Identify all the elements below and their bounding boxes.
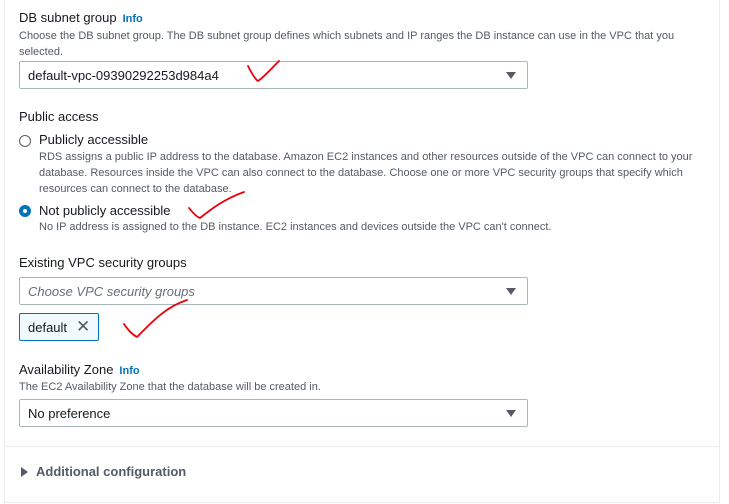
- db-subnet-group-label: DB subnet group: [19, 10, 117, 25]
- availability-zone-select[interactable]: No preference: [19, 399, 528, 427]
- close-icon[interactable]: ✕: [76, 318, 90, 336]
- description-line: RDS assigns a public IP address to the d…: [39, 151, 693, 163]
- publicly-accessible-radio[interactable]: [19, 135, 31, 147]
- publicly-accessible-label[interactable]: Publicly accessible: [39, 132, 148, 147]
- caret-down-icon: [506, 72, 516, 79]
- not-publicly-accessible-description: No IP address is assigned to the DB inst…: [39, 219, 551, 235]
- description-line: No IP address is assigned to the DB inst…: [39, 221, 552, 233]
- caret-down-icon: [506, 288, 516, 295]
- availability-zone-label-row: Availability Zone Info: [19, 362, 140, 377]
- db-subnet-group-label-row: DB subnet group Info: [19, 10, 143, 25]
- not-publicly-accessible-label[interactable]: Not publicly accessible: [39, 203, 171, 218]
- availability-zone-description: The EC2 Availability Zone that the datab…: [19, 381, 321, 393]
- db-subnet-group-desc-line: Choose the DB subnet group. The DB subne…: [19, 30, 675, 42]
- security-groups-placeholder: Choose VPC security groups: [28, 284, 195, 299]
- additional-configuration-expander[interactable]: Additional configuration: [36, 464, 186, 479]
- db-subnet-group-desc-line: selected.: [19, 46, 64, 58]
- description-line: database. Resources inside the VPC can a…: [39, 167, 683, 179]
- section-divider: [5, 446, 719, 447]
- public-access-label: Public access: [19, 109, 99, 124]
- caret-right-icon[interactable]: [21, 467, 28, 477]
- db-subnet-group-select[interactable]: default-vpc-09390292253d984a4: [19, 61, 528, 89]
- description-line: resources can connect to the database.: [39, 183, 232, 195]
- db-subnet-group-description: Choose the DB subnet group. The DB subne…: [19, 28, 674, 60]
- security-groups-select[interactable]: Choose VPC security groups: [19, 277, 528, 305]
- db-subnet-group-value: default-vpc-09390292253d984a4: [28, 68, 219, 83]
- db-subnet-group-info-link[interactable]: Info: [123, 13, 143, 25]
- availability-zone-label: Availability Zone: [19, 362, 114, 377]
- publicly-accessible-description: RDS assigns a public IP address to the d…: [39, 149, 692, 197]
- availability-zone-info-link[interactable]: Info: [119, 365, 139, 377]
- security-groups-label: Existing VPC security groups: [19, 255, 187, 270]
- not-publicly-accessible-radio[interactable]: [19, 205, 31, 217]
- caret-down-icon: [506, 410, 516, 417]
- availability-zone-value: No preference: [28, 406, 111, 421]
- security-group-token-label: default: [28, 320, 68, 335]
- security-group-token: default ✕: [19, 313, 99, 341]
